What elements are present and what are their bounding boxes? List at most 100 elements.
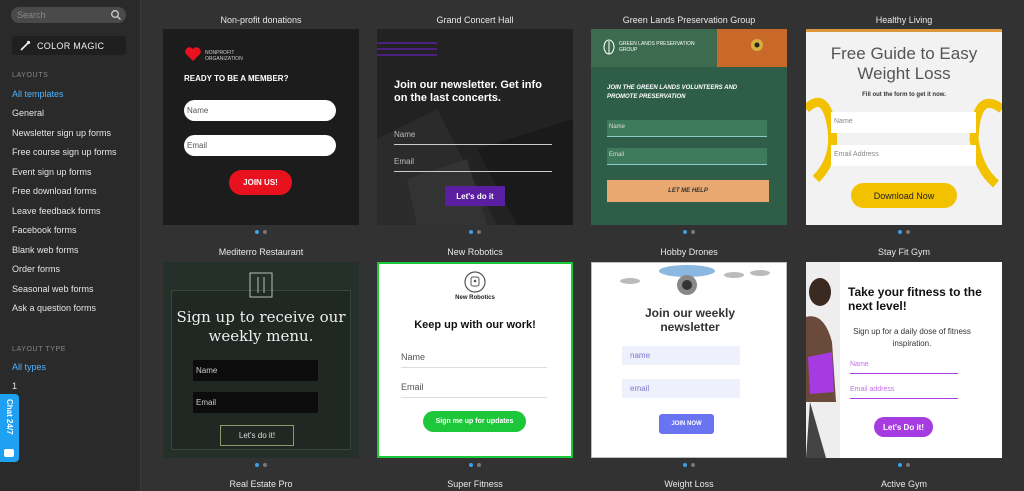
carousel-dots[interactable] (377, 463, 573, 467)
measuring-tape-graphic (806, 97, 1002, 188)
carousel-dots[interactable] (591, 230, 787, 234)
template-card-mediterro[interactable]: Sign up to receive our weekly menu. Name… (163, 262, 359, 458)
org-name: New Robotics (455, 295, 495, 301)
email-field: Email (607, 148, 767, 165)
athlete-image (806, 262, 840, 458)
card-title-weightloss[interactable]: Weight Loss (591, 479, 787, 489)
template-card-robotics[interactable]: New Robotics Keep up with our work! Name… (377, 262, 573, 458)
card-heading: Join our newsletter. Get info on the las… (394, 79, 542, 104)
template-card-concert[interactable]: Join our newsletter. Get info on the las… (377, 29, 573, 225)
name-field: Name (193, 360, 318, 381)
download-now-button: Download Now (851, 183, 957, 208)
layout-newsletter[interactable]: Newsletter sign up forms (12, 128, 111, 138)
card-heading: Join our weekly newsletter (644, 306, 736, 334)
layout-ask-question[interactable]: Ask a question forms (12, 303, 96, 313)
eyedropper-icon (20, 40, 31, 51)
fox-image (717, 29, 787, 67)
let-me-help-button: LET ME HELP (607, 180, 769, 202)
carousel-dots[interactable] (806, 463, 1002, 467)
card-heading: Free Guide to Easy Weight Loss (830, 44, 978, 83)
email-field: Email address (850, 386, 958, 399)
email-field: email (622, 379, 740, 398)
name-field: Name (831, 112, 976, 133)
card-heading: Keep up with our work! (414, 319, 536, 331)
search-placeholder: Search (17, 10, 46, 20)
card-title-activegym[interactable]: Active Gym (806, 479, 1002, 489)
color-magic-label: COLOR MAGIC (37, 40, 105, 51)
chat-label: Chat 24/7 (5, 399, 14, 435)
name-field: Name (184, 100, 336, 121)
leaf-logo-icon (603, 39, 615, 55)
join-button: JOIN US! (229, 170, 292, 195)
type-all[interactable]: All types (12, 362, 46, 372)
card-subheading: Fill out the form to get it now. (862, 92, 946, 98)
carousel-dots[interactable] (806, 230, 1002, 234)
card-heading: JOIN THE GREEN LANDS VOLUNTEERS AND PROM… (607, 85, 738, 100)
drones-graphic (620, 265, 770, 295)
card-subheading: Sign up for a daily dose of fitness insp… (853, 327, 971, 348)
name-field: Name (607, 120, 767, 137)
template-card-healthy[interactable]: Free Guide to Easy Weight Loss Fill out … (806, 29, 1002, 225)
color-magic-button[interactable]: COLOR MAGIC (12, 36, 126, 55)
card-title-concert[interactable]: Grand Concert Hall (377, 15, 573, 25)
email-field: Email (193, 392, 318, 413)
org-name: NONPROFIT ORGANIZATION (205, 50, 243, 62)
name-field: Name (850, 361, 958, 374)
card-title-greenlands[interactable]: Green Lands Preservation Group (591, 15, 787, 25)
chat-tab[interactable]: Chat 24/7 (0, 394, 19, 462)
lets-do-it-button: Let's do it! (220, 425, 294, 446)
email-field: Email (401, 382, 547, 398)
layout-free-download[interactable]: Free download forms (12, 186, 97, 196)
sign-me-up-button: Sign me up for updates (423, 411, 526, 432)
template-card-drones[interactable]: Join our weekly newsletter name email JO… (591, 262, 787, 458)
carousel-dots[interactable] (163, 463, 359, 467)
layout-general[interactable]: General (12, 108, 44, 118)
card-title-mediterro[interactable]: Mediterro Restaurant (163, 247, 359, 257)
card-title-nonprofit[interactable]: Non-profit donations (163, 15, 359, 25)
layout-event[interactable]: Event sign up forms (12, 167, 92, 177)
layout-all-templates[interactable]: All templates (12, 89, 64, 99)
search-input[interactable]: Search (11, 7, 126, 23)
layout-facebook[interactable]: Facebook forms (12, 225, 77, 235)
card-title-healthy[interactable]: Healthy Living (806, 15, 1002, 25)
top-stripe (806, 29, 1002, 32)
name-field: Name (401, 352, 547, 368)
lets-do-it-button: Let's do it (445, 186, 505, 206)
layout-blank[interactable]: Blank web forms (12, 245, 79, 255)
email-field: Email (394, 157, 552, 172)
layout-feedback[interactable]: Leave feedback forms (12, 206, 101, 216)
carousel-dots[interactable] (591, 463, 787, 467)
template-card-nonprofit[interactable]: NONPROFIT ORGANIZATION READY TO BE A MEM… (163, 29, 359, 225)
search-icon[interactable] (110, 9, 122, 21)
join-now-button: JOIN NOW (659, 414, 714, 434)
email-field: Email Address (831, 145, 976, 166)
carousel-dots[interactable] (163, 230, 359, 234)
name-field: Name (394, 130, 552, 145)
fork-knife-icon (249, 272, 273, 298)
type-1[interactable]: 1 (12, 381, 17, 391)
card-title-robotics[interactable]: New Robotics (377, 247, 573, 257)
layout-seasonal[interactable]: Seasonal web forms (12, 284, 94, 294)
lets-do-it-button: Let's Do it! (874, 417, 933, 437)
card-heading: READY TO BE A MEMBER? (184, 74, 289, 83)
heart-logo-icon (185, 47, 201, 61)
header-banner: GREEN LANDS PRESERVATION GROUP (591, 29, 787, 67)
sidebar: Search COLOR MAGIC LAYOUTS All templates… (0, 0, 141, 491)
template-card-greenlands[interactable]: GREEN LANDS PRESERVATION GROUP JOIN THE … (591, 29, 787, 225)
robot-logo-icon (464, 271, 486, 293)
layouts-heading: LAYOUTS (12, 72, 49, 79)
chat-bubble-icon (4, 449, 14, 457)
name-field: name (622, 346, 740, 365)
card-title-drones[interactable]: Hobby Drones (591, 247, 787, 257)
email-field: Email (184, 135, 336, 156)
card-title-realestate[interactable]: Real Estate Pro (163, 479, 359, 489)
card-title-superfitness[interactable]: Super Fitness (377, 479, 573, 489)
card-heading: Take your fitness to the next level! (848, 285, 982, 313)
layout-order[interactable]: Order forms (12, 264, 60, 274)
carousel-dots[interactable] (377, 230, 573, 234)
layout-free-course[interactable]: Free course sign up forms (12, 147, 117, 157)
template-card-stayfit[interactable]: Take your fitness to the next level! Sig… (806, 262, 1002, 458)
card-title-stayfit[interactable]: Stay Fit Gym (806, 247, 1002, 257)
card-heading: Sign up to receive our weekly menu. (176, 308, 346, 345)
layout-type-heading: LAYOUT TYPE (12, 346, 67, 353)
